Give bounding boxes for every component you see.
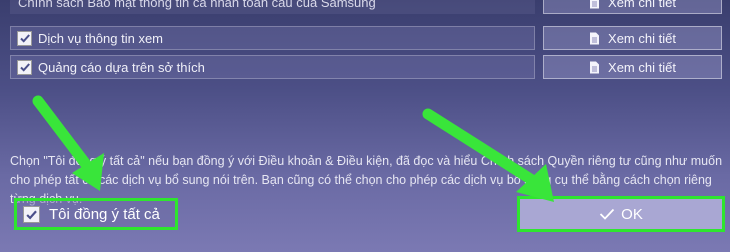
checkbox-checked-icon <box>23 205 40 223</box>
details-label: Xem chi tiết <box>608 59 676 75</box>
viewing-info-service-row[interactable]: Dịch vụ thông tin xem <box>10 26 535 50</box>
agree-all-checkbox[interactable]: Tôi đồng ý tất cả <box>14 198 178 230</box>
details-label: Xem chi tiết <box>608 30 676 46</box>
viewing-info-details-button[interactable]: Xem chi tiết <box>543 26 722 50</box>
privacy-policy-row[interactable]: Chính sách Bảo mật thông tin cá nhân toà… <box>10 0 535 14</box>
checkmark-icon <box>599 208 615 220</box>
privacy-policy-label: Chính sách Bảo mật thông tin cá nhân toà… <box>18 0 376 10</box>
green-arrow-annotation <box>32 95 104 191</box>
document-icon <box>589 61 600 74</box>
privacy-policy-details-button[interactable]: Xem chi tiết <box>543 0 722 14</box>
details-label: Xem chi tiết <box>608 0 676 10</box>
viewing-info-service-label: Dịch vụ thông tin xem <box>38 30 164 46</box>
interest-based-ads-row[interactable]: Quảng cáo dựa trên sở thích <box>10 55 535 79</box>
ok-label: OK <box>621 205 643 223</box>
document-icon <box>589 0 600 9</box>
checkbox-checked-icon[interactable] <box>17 30 32 46</box>
interest-ads-details-button[interactable]: Xem chi tiết <box>543 55 722 79</box>
checkbox-checked-icon[interactable] <box>17 59 32 75</box>
green-arrow-annotation <box>422 108 554 202</box>
agree-all-label: Tôi đồng ý tất cả <box>49 205 160 223</box>
document-icon <box>589 32 600 45</box>
interest-based-ads-label: Quảng cáo dựa trên sở thích <box>38 59 205 75</box>
